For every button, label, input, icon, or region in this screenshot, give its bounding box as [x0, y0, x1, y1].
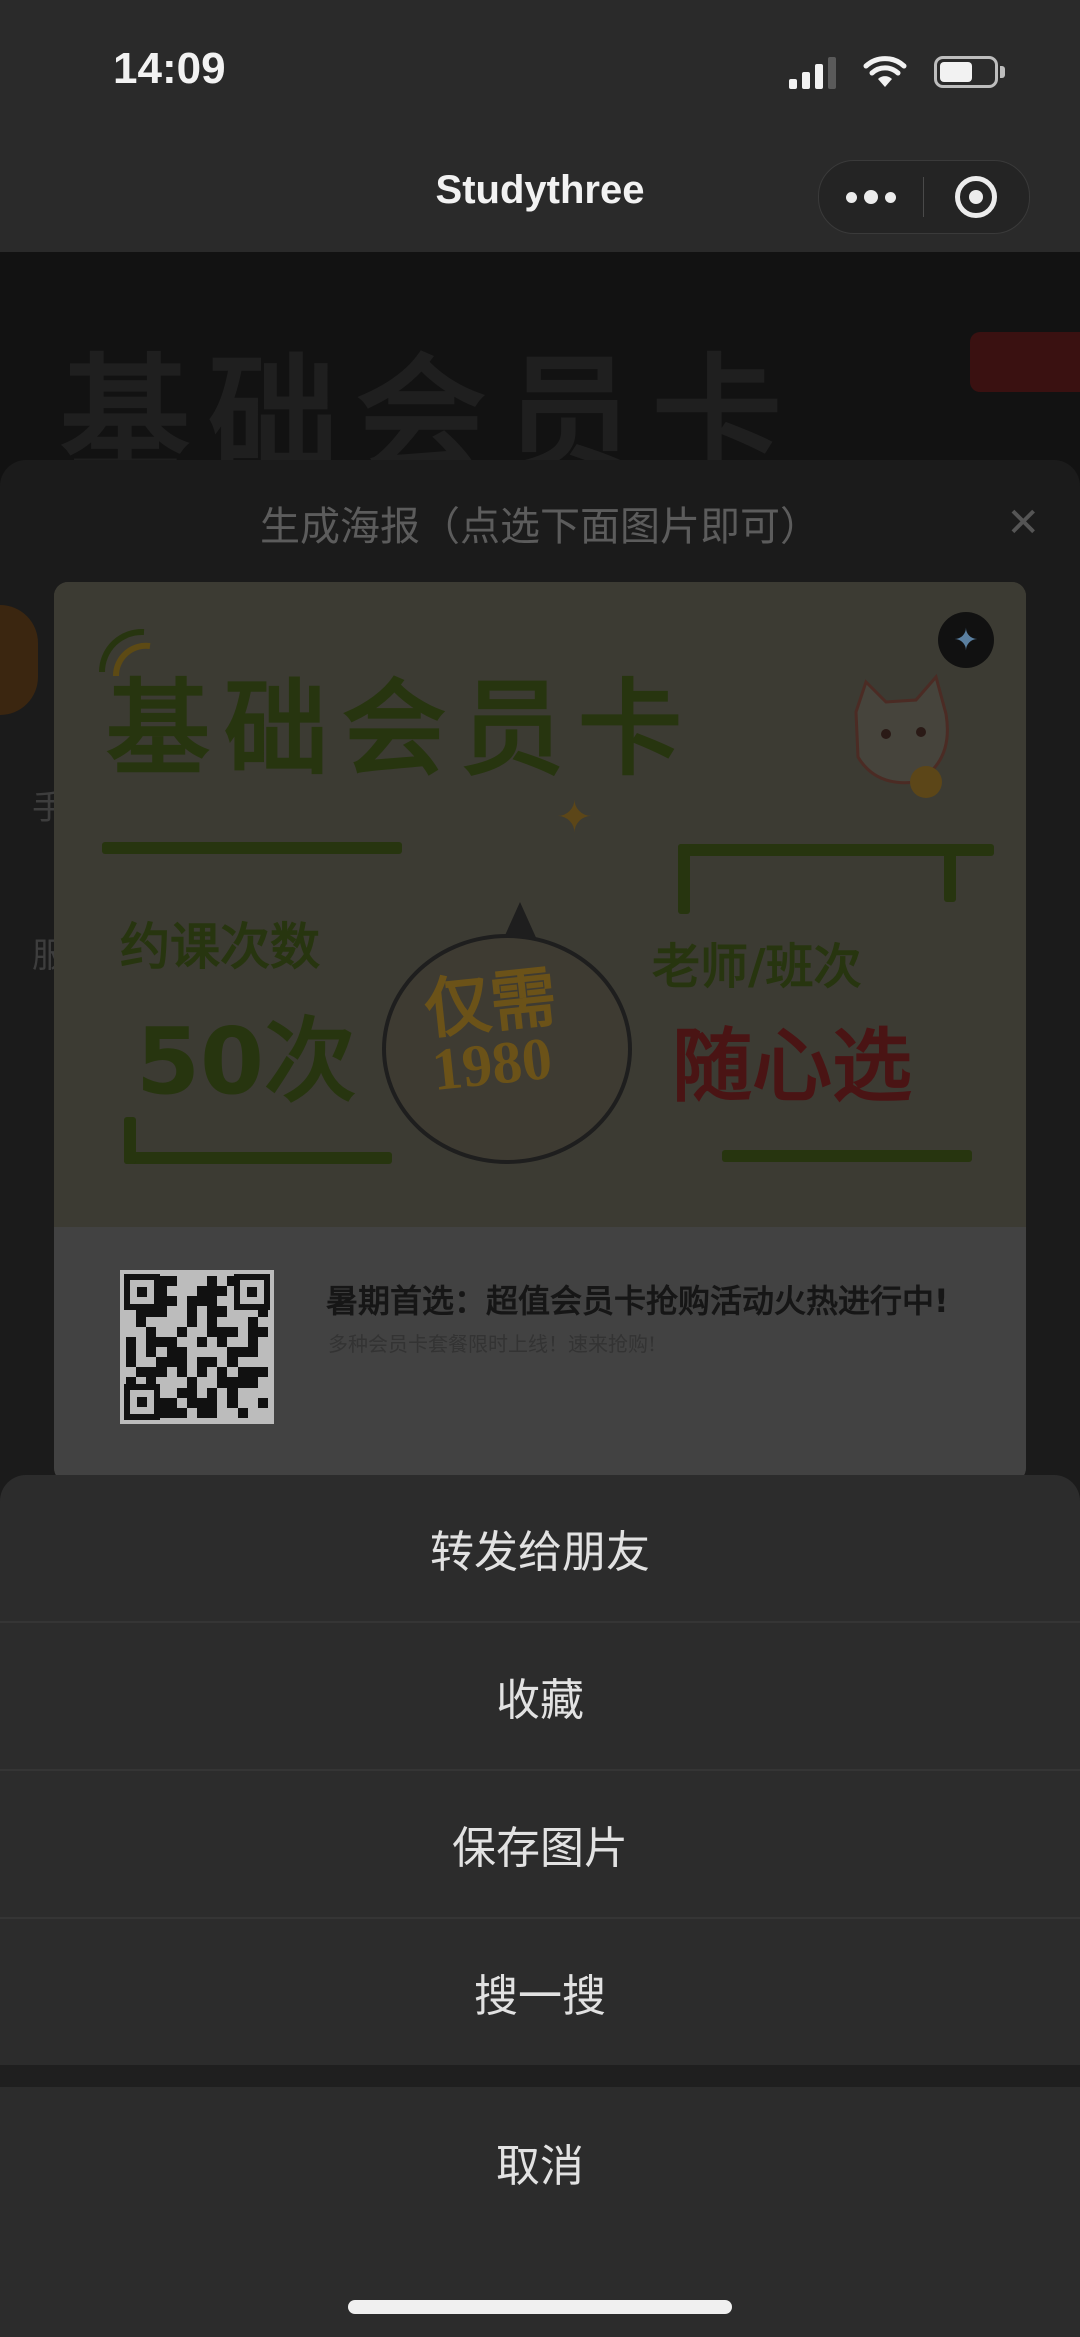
teacher-class-label: 老师/班次: [652, 939, 862, 995]
forward-to-friend-button[interactable]: 转发给朋友: [0, 1475, 1080, 1621]
background-banner-accent: [970, 332, 1080, 392]
mini-program-capsule: [818, 160, 1030, 234]
action-sheet: 转发给朋友 收藏 保存图片 搜一搜 取消: [0, 1475, 1080, 2337]
save-image-button[interactable]: 保存图片: [0, 1771, 1080, 1917]
decor-bar: [944, 852, 956, 902]
close-icon[interactable]: ✕: [1006, 500, 1040, 546]
poster-headline: 暑期首选：超值会员卡抢购活动火热进行中!: [326, 1282, 949, 1320]
cancel-button[interactable]: 取消: [0, 2087, 1080, 2237]
status-icons: [789, 52, 1005, 92]
sparkle-icon: ✦: [556, 792, 593, 843]
more-options-icon[interactable]: [819, 161, 923, 233]
decor-bar: [722, 1150, 972, 1162]
action-sheet-gap: [0, 2065, 1080, 2087]
search-button[interactable]: 搜一搜: [0, 1919, 1080, 2065]
poster-image[interactable]: 基础会员卡 ✦ ✦ 约课次数 50次 仅需 1980 老师/班次 随心选 暑期首…: [54, 582, 1026, 1482]
side-avatar: [0, 605, 38, 715]
wifi-icon: [862, 54, 908, 90]
class-count-value: 50次: [136, 1008, 357, 1115]
qr-code: [120, 1270, 274, 1424]
poster-sheet-title: 生成海报（点选下面图片即可）: [260, 504, 820, 550]
decor-bar: [124, 1117, 136, 1164]
battery-icon: [934, 56, 1005, 88]
status-time: 14:09: [113, 44, 226, 93]
poster-subline: 多种会员卡套餐限时上线！速来抢购!: [328, 1332, 657, 1356]
free-choice-label: 随心选: [672, 1020, 912, 1113]
cat-mascot-icon: [854, 673, 949, 798]
status-bar: 14:09: [0, 0, 1080, 140]
decor-bar: [678, 844, 690, 914]
decor-bar: [124, 1152, 392, 1164]
class-count-label: 约课次数: [120, 918, 320, 976]
nav-bar: Studythree: [0, 140, 1080, 252]
cellular-signal-icon: [789, 55, 836, 89]
home-indicator: [348, 2300, 732, 2314]
decor-bar: [102, 842, 402, 854]
favorite-button[interactable]: 收藏: [0, 1623, 1080, 1769]
price-value: 1980: [428, 1024, 556, 1104]
brand-logo-icon: ✦: [938, 612, 994, 668]
exit-mini-program-icon[interactable]: [924, 161, 1028, 233]
poster-title: 基础会员卡: [106, 668, 697, 790]
